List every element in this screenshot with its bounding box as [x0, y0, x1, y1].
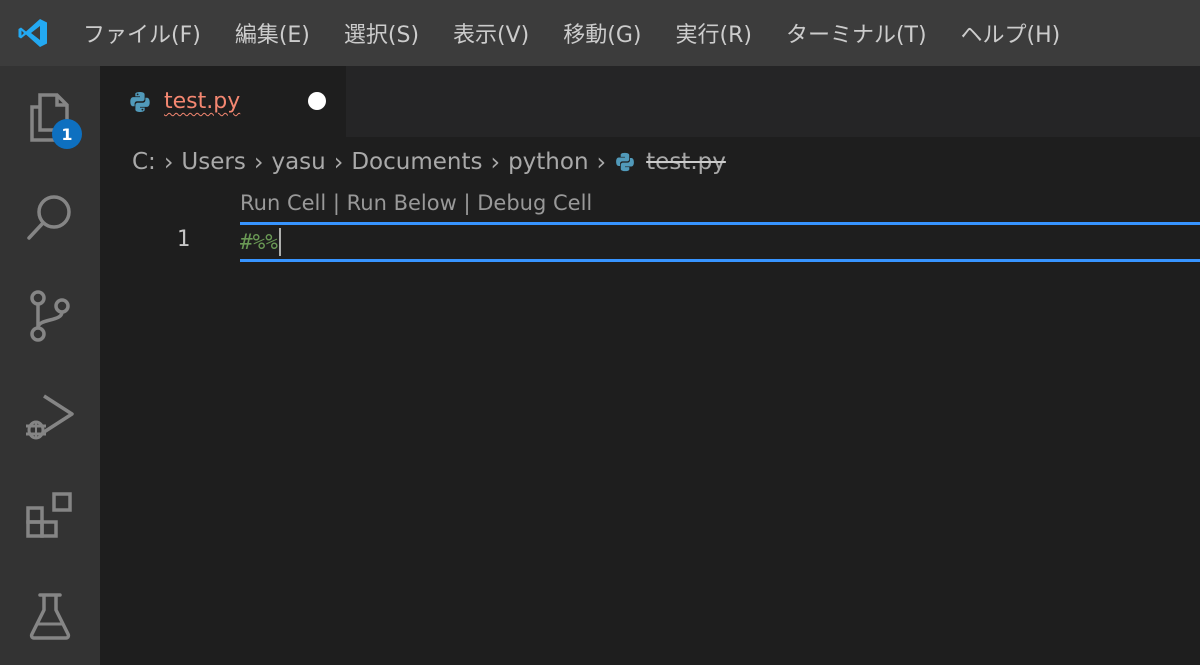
unsaved-dot-icon[interactable]: [308, 92, 326, 110]
menu-go[interactable]: 移動(G): [546, 0, 658, 66]
activity-explorer[interactable]: 1: [0, 68, 100, 168]
breadcrumb-yasu[interactable]: yasu: [271, 149, 325, 175]
debug-cell-link[interactable]: Debug Cell: [477, 191, 592, 215]
breadcrumb-file[interactable]: test.py: [646, 149, 726, 175]
activity-testing[interactable]: [0, 566, 100, 665]
activity-run-debug[interactable]: [0, 366, 100, 466]
code-line[interactable]: #%%: [240, 227, 281, 257]
breadcrumb-drive[interactable]: C:: [132, 149, 156, 175]
breadcrumb-documents[interactable]: Documents: [351, 149, 482, 175]
python-icon: [616, 152, 635, 172]
extensions-icon: [26, 492, 72, 538]
text-cursor: [278, 228, 281, 256]
menu-edit[interactable]: 編集(E): [218, 0, 327, 66]
run-debug-icon: [26, 394, 74, 440]
activity-bar: 1: [0, 66, 100, 665]
menu-run[interactable]: 実行(R): [658, 0, 768, 66]
breadcrumb-python[interactable]: python: [508, 149, 588, 175]
activity-search[interactable]: [0, 168, 100, 268]
menu-file[interactable]: ファイル(F): [66, 0, 218, 66]
menu-selection[interactable]: 選択(S): [327, 0, 436, 66]
testing-icon: [29, 593, 71, 640]
cell-codelens: Run Cell | Run Below | Debug Cell: [240, 191, 592, 215]
tab-bar: test.py: [100, 66, 1200, 137]
chevron-right-icon: ›: [333, 148, 344, 176]
activity-source-control[interactable]: [0, 266, 100, 366]
vscode-window: ファイル(F) 編集(E) 選択(S) 表示(V) 移動(G) 実行(R) ター…: [0, 0, 1200, 665]
activity-extensions[interactable]: [0, 466, 100, 566]
codelens-separator: |: [332, 191, 340, 215]
cell-border-top: [240, 222, 1200, 225]
chevron-right-icon: ›: [490, 148, 501, 176]
menu-terminal[interactable]: ターミナル(T): [769, 0, 944, 66]
run-cell-link[interactable]: Run Cell: [240, 191, 326, 215]
python-icon: [130, 91, 150, 112]
editor-area[interactable]: Run Cell | Run Below | Debug Cell 1 #%%: [100, 187, 1200, 665]
source-control-icon: [30, 290, 70, 342]
line-number: 1: [176, 227, 190, 252]
code-text: #%%: [240, 230, 278, 254]
vscode-logo-icon: [0, 0, 66, 66]
search-icon: [27, 195, 71, 240]
chevron-right-icon: ›: [253, 148, 264, 176]
explorer-badge: 1: [52, 119, 82, 149]
tab-label: test.py: [164, 89, 241, 114]
cell-border-bottom: [240, 259, 1200, 262]
run-below-link[interactable]: Run Below: [347, 191, 457, 215]
breadcrumb: C: › Users › yasu › Documents › python ›…: [100, 137, 1200, 187]
menu-help[interactable]: ヘルプ(H): [944, 0, 1078, 66]
tab-test-py[interactable]: test.py: [100, 66, 346, 137]
codelens-separator: |: [463, 191, 471, 215]
chevron-right-icon: ›: [596, 148, 607, 176]
menu-view[interactable]: 表示(V): [436, 0, 546, 66]
menu-bar: ファイル(F) 編集(E) 選択(S) 表示(V) 移動(G) 実行(R) ター…: [0, 0, 1200, 66]
chevron-right-icon: ›: [163, 148, 174, 176]
breadcrumb-users[interactable]: Users: [181, 149, 245, 175]
